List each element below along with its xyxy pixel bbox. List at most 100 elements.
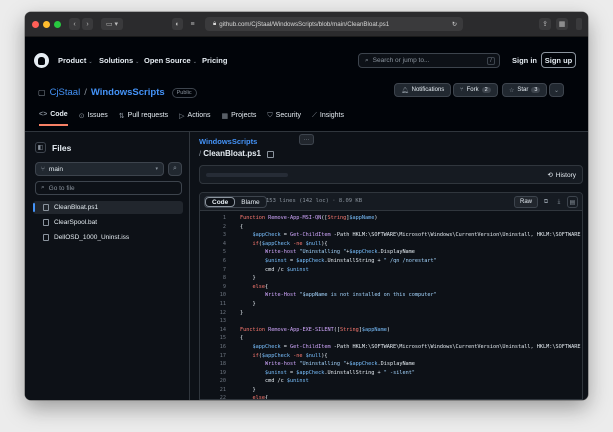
line-number[interactable]: 15 [200,334,226,343]
latest-commit-bar: ⟲ History [199,165,583,184]
line-number[interactable]: 18 [200,360,226,369]
raw-button[interactable]: Raw [513,196,538,208]
breadcrumb: WindowsScripts / CleanBloat.ps1 [199,137,275,158]
tab-actions[interactable]: ▷ Actions [179,111,210,126]
nav-open-source[interactable]: Open Source ⌄ [144,56,197,65]
tab-overview-button[interactable]: ▦ [556,18,568,30]
minimize-window-button[interactable] [43,20,50,28]
tab-security[interactable]: ⛉ Security [267,111,301,126]
tab-pull-requests[interactable]: ⇅ Pull requests [119,111,168,126]
tab-insights-label: Insights [319,112,344,119]
nav-pricing[interactable]: Pricing [202,56,227,65]
line-number[interactable]: 5 [200,248,226,257]
close-window-button[interactable] [32,20,39,28]
search-input[interactable]: ⌕ Search or jump to... / [358,53,500,68]
notifications-button[interactable]: 🔔︎ Notifications [394,83,452,97]
line-number[interactable]: 19 [200,369,226,378]
more-options-button[interactable]: ··· [299,134,314,145]
line-number[interactable]: 16 [200,343,226,352]
github-logo-icon[interactable] [34,53,49,68]
symbols-panel-icon[interactable]: ▤ [567,196,578,208]
forward-button[interactable]: › [82,18,93,30]
breadcrumb-repo-link[interactable]: WindowsScripts [199,137,257,146]
blame-view-tab[interactable]: Blame [235,197,265,207]
repo-name-link[interactable]: WindowsScripts [91,87,165,98]
file-name: DellOSD_1000_Uninst.iss [54,234,130,241]
line-number[interactable]: 3 [200,231,226,240]
breadcrumb-separator: / [199,149,202,158]
address-bar[interactable]: 🔒︎ github.com/CjStaal/WindowsScripts/blo… [205,17,463,31]
line-number[interactable]: 9 [200,283,226,292]
privacy-report-button[interactable]: ◐ [172,18,183,30]
line-number[interactable]: 12 [200,309,226,318]
shield-icon: ◐ [175,20,180,28]
fork-button[interactable]: ⑂ Fork 2 [453,83,498,97]
sign-in-link[interactable]: Sign in [512,56,537,65]
line-number[interactable]: 4 [200,240,226,249]
browser-toolbar: ‹ › ▭ ▾ ◐ ≡ 🔒︎ github.com/CjStaal/Window… [25,12,588,37]
zoom-window-button[interactable] [54,20,61,28]
line-number[interactable]: 20 [200,377,226,386]
code-line: 3 $appCheck = Get-ChildItem -Path HKLM:\… [200,231,582,240]
code-token: -ne [289,240,306,247]
go-to-file-input[interactable]: ⌕ Go to file [35,181,182,195]
file-item-cleanbloat[interactable]: CleanBloat.ps1 [33,201,183,214]
line-number[interactable]: 22 [200,394,226,399]
code-view-tab[interactable]: Code [205,197,236,207]
line-number[interactable]: 10 [200,291,226,300]
file-item-clearspool[interactable]: ClearSpool.bat [33,216,183,229]
files-title: Files [52,142,72,153]
reader-button[interactable]: ≡ [187,18,198,30]
search-icon: ⌕ [41,184,45,191]
share-button[interactable]: ⇪ [539,18,551,30]
reload-icon[interactable]: ↻ [452,21,457,28]
graph-icon: ⟋ [311,111,317,119]
sidebar-toggle-button[interactable]: ▭ ▾ [101,18,123,30]
file-item-dellosd[interactable]: DellOSD_1000_Uninst.iss [33,231,183,244]
line-number[interactable]: 7 [200,266,226,275]
tab-code[interactable]: <> Code [39,111,68,126]
code-line: 18 Write-host "Uninstalling "+$appCheck.… [200,360,582,369]
search-icon: ⌕ [365,56,369,64]
file-search-button[interactable]: ⌕ [168,162,182,176]
line-number[interactable]: 8 [200,274,226,283]
copy-raw-icon[interactable]: ⧉ [541,196,551,208]
line-number[interactable]: 6 [200,257,226,266]
back-button[interactable]: ‹ [69,18,80,30]
files-header: ◧ Files [35,142,71,153]
code-token: $appCheck [252,232,281,239]
sign-up-button[interactable]: Sign up [541,52,576,68]
history-button[interactable]: ⟲ History [547,171,576,180]
line-number[interactable]: 11 [200,300,226,309]
code-token: Write-host [265,249,297,256]
tab-issues-label: Issues [87,112,108,119]
star-button[interactable]: ☆ Star 3 [502,83,548,97]
code-line: 22 else{ [200,394,582,399]
file-info: 153 lines (142 loc) · 8.09 KB [266,198,363,204]
nav-solutions[interactable]: Solutions ⌄ [99,56,139,65]
new-tab-button[interactable] [576,18,582,30]
code-text: if($appCheck -ne $null){ [240,352,328,361]
tab-projects[interactable]: ▦ Projects [222,111,257,126]
repo-owner-link[interactable]: CjStaal [50,87,81,98]
tab-insights[interactable]: ⟋ Insights [312,111,344,126]
fork-label: Fork [466,87,479,93]
collapse-sidebar-icon[interactable]: ◧ [35,142,46,153]
code-token: } [240,275,256,282]
line-number[interactable]: 14 [200,326,226,335]
code-text: cmd /c $uninst [240,377,309,386]
line-number[interactable]: 21 [200,386,226,395]
download-icon[interactable]: ⤓ [554,196,564,208]
branch-selector[interactable]: ⑂ main ▾ [35,162,164,176]
line-number[interactable]: 1 [200,214,226,223]
star-dropdown-button[interactable]: ⌄ [549,83,565,97]
line-number[interactable]: 17 [200,352,226,361]
code-text: Write-host "Uninstalling "+$appCheck.Dis… [240,360,415,369]
code-line: 6 $uninst = $appCheck.UninstallString + … [200,257,582,266]
nav-product[interactable]: Product ⌄ [58,56,93,65]
line-number[interactable]: 2 [200,223,226,232]
copy-path-icon[interactable] [267,150,275,158]
tab-issues[interactable]: ⊙ Issues [79,111,108,126]
line-number[interactable]: 13 [200,317,226,326]
